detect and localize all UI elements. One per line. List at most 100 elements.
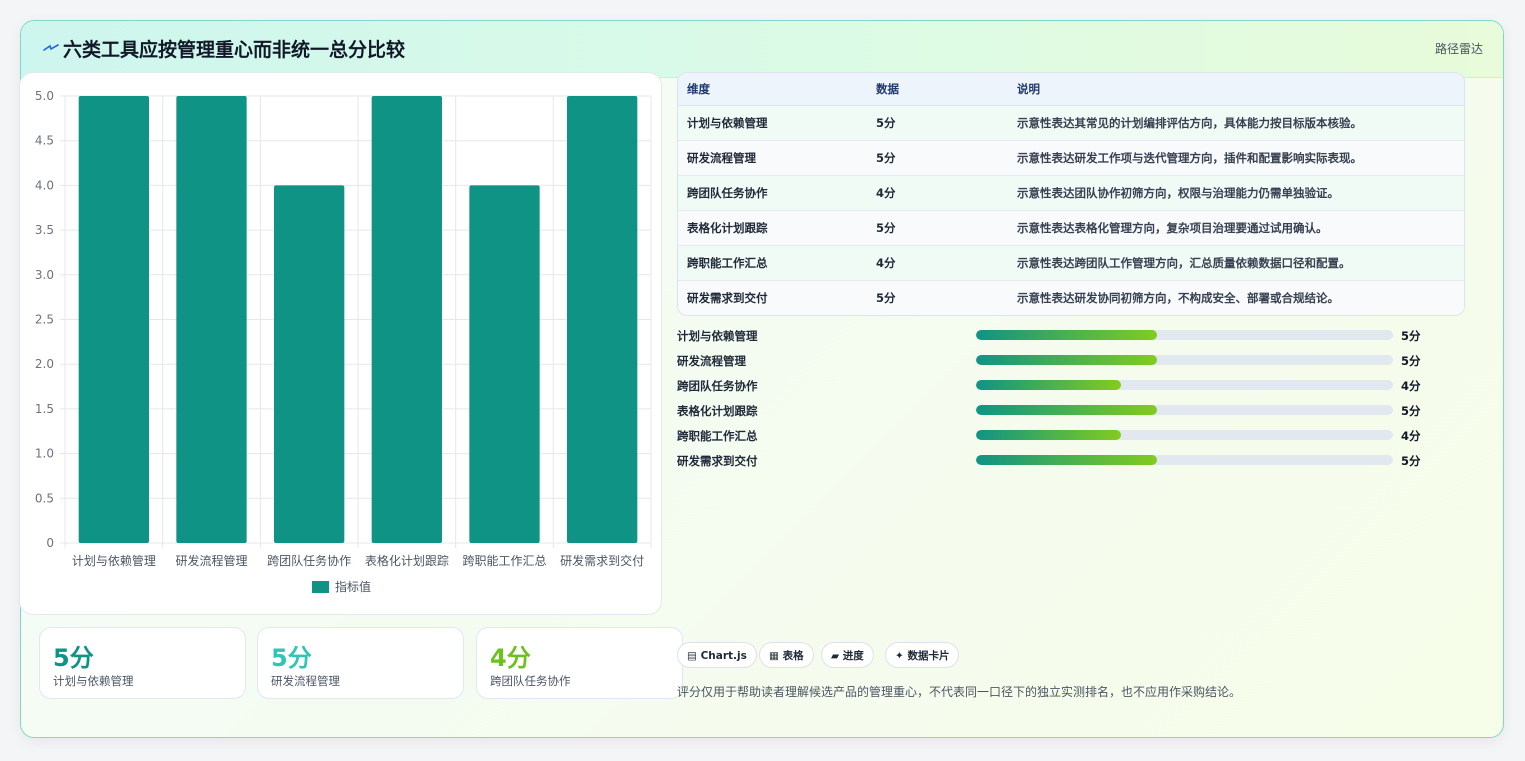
chart-legend[interactable]: 指标值 [312, 579, 371, 594]
x-tick-label: 研发需求到交付 [560, 553, 644, 568]
progress-fill [976, 380, 1121, 390]
cell-description: 示意性表达其常见的计划编排评估方向，具体能力按目标版本核验。 [1008, 105, 1464, 141]
y-tick-label: 2.0 [35, 357, 54, 371]
cell-score: 4分 [867, 245, 1008, 281]
page-title: 六类工具应按管理重心而非统一总分比较 [63, 39, 406, 61]
progress-list: 计划与依赖管理 5分 研发流程管理 5分 跨团队任务协作 4分 表格化计划跟踪 5分 跨职能工作… [677, 326, 1437, 476]
progress-fill [976, 455, 1157, 465]
progress-fill [976, 330, 1157, 340]
cell-description: 示意性表达研发协同初筛方向，不构成安全、部署或合规结论。 [1008, 280, 1464, 315]
data-table: 维度 数据 说明 计划与依赖管理 5分 示意性表达其常见的计划编排评估方向，具体能力… [677, 72, 1465, 316]
table-row: 研发需求到交付 5分 示意性表达研发协同初筛方向，不构成安全、部署或合规结论。 [678, 280, 1464, 315]
y-tick-label: 5.0 [35, 89, 54, 103]
progress-fill [976, 355, 1157, 365]
y-tick-label: 3.0 [35, 268, 54, 282]
cell-score: 5分 [867, 105, 1008, 141]
chip-chart[interactable]: ▤ Chart.js [677, 642, 757, 668]
progress-fill [976, 405, 1157, 415]
col-header-dimension: 维度 [678, 73, 867, 106]
chip-table[interactable]: ▦ 表格 [759, 642, 814, 668]
bar-chart-panel: 0 0.5 1.0 1.5 2.0 2.5 3.0 3.5 4.0 4.5 5.0 计划与依赖管理 研发… [19, 72, 662, 615]
progress-value: 4分 [1401, 379, 1421, 393]
progress-row: 跨职能工作汇总 4分 [677, 426, 1437, 451]
y-tick-label: 0.5 [35, 491, 54, 505]
cell-score: 5分 [867, 210, 1008, 246]
table-row: 研发流程管理 5分 示意性表达研发工作项与迭代管理方向，插件和配置影响实际表现。 [678, 140, 1464, 176]
card-header: 六类工具应按管理重心而非统一总分比较 路径雷达 [21, 21, 1503, 78]
cell-description: 示意性表达团队协作初筛方向，权限与治理能力仍需单独验证。 [1008, 175, 1464, 211]
progress-row: 表格化计划跟踪 5分 [677, 401, 1437, 426]
progress-track [976, 405, 1393, 415]
footnote: 评分仅用于帮助读者理解候选产品的管理重心，不代表同一口径下的独立实测排名，也不应… [677, 685, 1242, 699]
progress-row: 研发需求到交付 5分 [677, 451, 1437, 476]
table-row: 表格化计划跟踪 5分 示意性表达表格化管理方向，复杂项目治理要通过试用确认。 [678, 210, 1464, 246]
cell-dimension: 跨职能工作汇总 [678, 245, 867, 281]
table-row: 跨团队任务协作 4分 示意性表达团队协作初筛方向，权限与治理能力仍需单独验证。 [678, 175, 1464, 211]
cell-description: 示意性表达表格化管理方向，复杂项目治理要通过试用确认。 [1008, 210, 1464, 246]
kpi-card: 5分研发流程管理 [257, 627, 464, 699]
cell-dimension: 表格化计划跟踪 [678, 210, 867, 246]
progress-value: 5分 [1401, 404, 1421, 418]
chip-sparkle[interactable]: ✦ 数据卡片 [885, 642, 960, 668]
table-row: 跨职能工作汇总 4分 示意性表达跨团队工作管理方向，汇总质量依赖数据口径和配置。 [678, 245, 1464, 281]
progress-row: 计划与依赖管理 5分 [677, 326, 1437, 351]
col-header-data: 数据 [867, 73, 1008, 106]
progress-label: 跨团队任务协作 [677, 379, 758, 393]
cell-score: 5分 [867, 280, 1008, 315]
kpi-value: 5分 [271, 644, 312, 672]
x-tick-label: 表格化计划跟踪 [365, 553, 449, 568]
progress-track [976, 330, 1393, 340]
col-header-desc: 说明 [1008, 73, 1464, 106]
y-tick-label: 3.5 [35, 223, 54, 237]
progress-track [976, 355, 1393, 365]
kpi-label: 研发流程管理 [271, 674, 340, 688]
legend-label: 指标值 [335, 579, 371, 594]
cell-description: 示意性表达研发工作项与迭代管理方向，插件和配置影响实际表现。 [1008, 140, 1464, 176]
kpi-card: 4分跨团队任务协作 [476, 627, 683, 699]
header-tag: 路径雷达 [1434, 42, 1483, 56]
x-tick-label: 跨职能工作汇总 [462, 554, 546, 568]
progress-label: 研发需求到交付 [677, 454, 758, 468]
cell-dimension: 跨团队任务协作 [678, 175, 867, 211]
cell-score: 4分 [867, 175, 1008, 211]
kpi-card: 5分 计划与依赖管理 [39, 627, 246, 699]
bar[interactable] [469, 185, 540, 543]
cell-dimension: 研发流程管理 [678, 140, 867, 176]
kpi-value: 5分 [53, 644, 94, 672]
bar-chart: 0 0.5 1.0 1.5 2.0 2.5 3.0 3.5 4.0 4.5 5.0 计划与依赖管理 研发… [35, 89, 652, 594]
progress-label: 计划与依赖管理 [677, 329, 758, 343]
progress-label: 研发流程管理 [677, 354, 746, 368]
progress-value: 5分 [1401, 354, 1421, 368]
bolt-icon [43, 44, 59, 51]
chip-progress[interactable]: ▰ 进度 [821, 642, 874, 668]
cell-dimension: 计划与依赖管理 [678, 105, 867, 141]
cell-score: 5分 [867, 140, 1008, 176]
bar[interactable] [78, 96, 149, 543]
progress-label: 跨职能工作汇总 [677, 429, 758, 443]
bar[interactable] [567, 96, 638, 543]
cell-description: 示意性表达跨团队工作管理方向，汇总质量依赖数据口径和配置。 [1008, 245, 1464, 281]
y-tick-label: 4.5 [35, 134, 54, 148]
x-tick-label: 研发流程管理 [175, 553, 247, 568]
table-row: 计划与依赖管理 5分 示意性表达其常见的计划编排评估方向，具体能力按目标版本核验。 [678, 105, 1464, 141]
progress-track [976, 455, 1393, 465]
y-tick-label: 1.0 [35, 447, 54, 461]
cell-dimension: 研发需求到交付 [678, 280, 867, 315]
bar[interactable] [176, 96, 247, 543]
y-tick-label: 1.5 [35, 402, 54, 416]
legend-swatch [312, 581, 329, 593]
progress-row: 研发流程管理 5分 [677, 351, 1437, 376]
bar[interactable] [274, 185, 345, 543]
progress-track [976, 430, 1393, 440]
kpi-label: 跨团队任务协作 [490, 674, 571, 688]
progress-fill [976, 430, 1121, 440]
kpi-value: 4分 [490, 644, 531, 672]
x-tick-label: 跨团队任务协作 [267, 553, 351, 568]
bar[interactable] [371, 96, 442, 543]
progress-row: 跨团队任务协作 4分 [677, 376, 1437, 401]
progress-label: 表格化计划跟踪 [677, 404, 758, 418]
y-tick-label: 2.5 [35, 313, 54, 327]
y-tick-label: 0 [46, 536, 54, 550]
progress-value: 5分 [1401, 454, 1421, 468]
table-header-row: 维度 数据 说明 [678, 73, 1464, 106]
